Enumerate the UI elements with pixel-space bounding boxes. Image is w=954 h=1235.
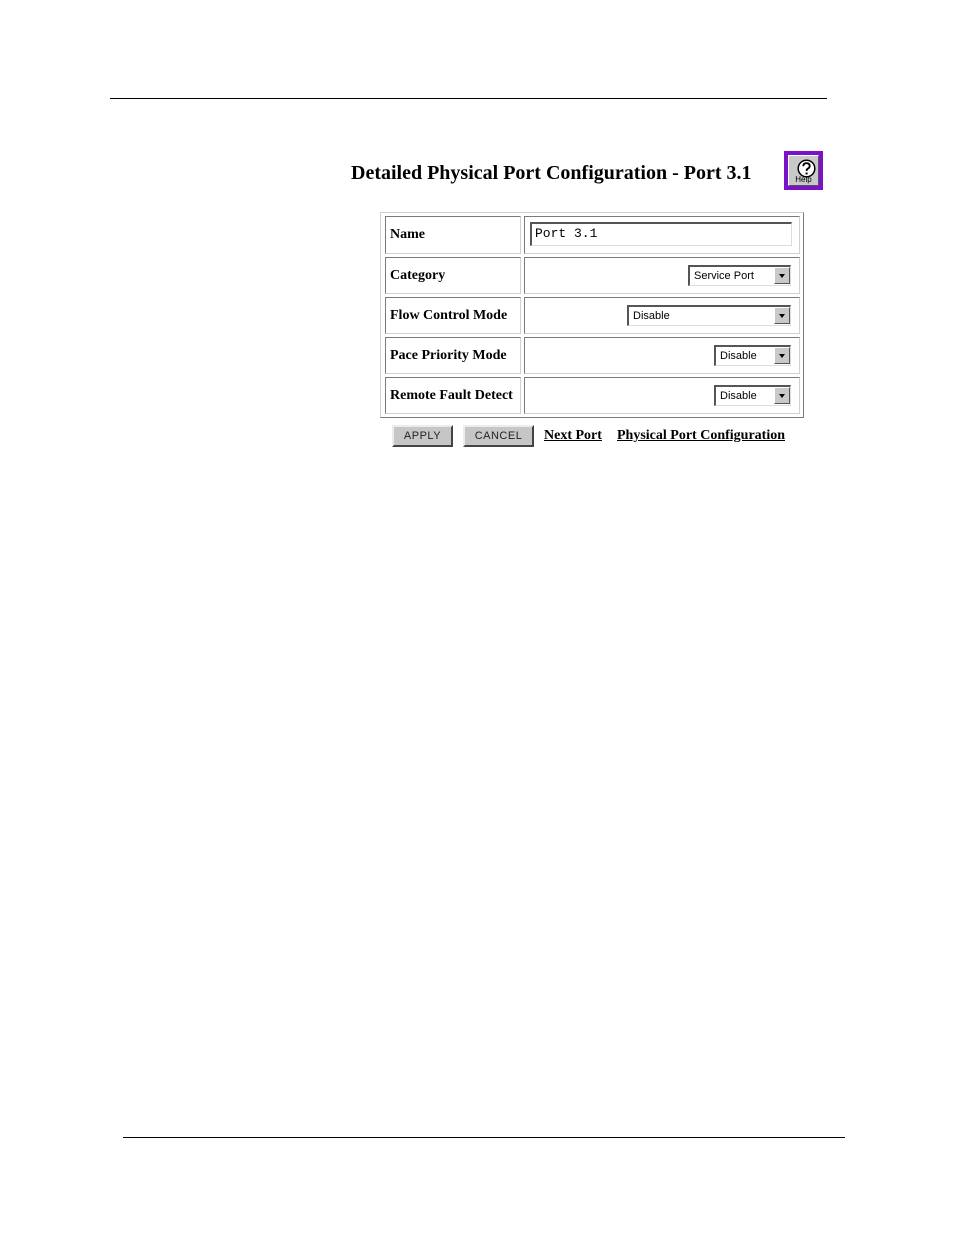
flow-control-label-cell: Flow Control Mode <box>385 297 521 334</box>
help-button[interactable]: Help <box>784 151 823 190</box>
physical-port-configuration-link[interactable]: Physical Port Configuration <box>617 426 785 446</box>
bottom-divider <box>123 1137 845 1138</box>
pace-priority-label-cell: Pace Priority Mode <box>385 337 521 374</box>
name-label: Name <box>390 227 425 242</box>
name-input[interactable]: Port 3.1 <box>530 222 792 246</box>
pace-priority-value-cell: Disable <box>524 337 800 374</box>
category-select[interactable]: Service Port <box>688 265 791 286</box>
pace-priority-mode-label: Pace Priority Mode <box>390 347 507 363</box>
category-value-cell: Service Port <box>524 257 800 294</box>
pace-priority-mode-select[interactable]: Disable <box>714 345 791 366</box>
chevron-down-icon[interactable] <box>774 347 790 364</box>
flow-control-mode-label: Flow Control Mode <box>390 307 508 323</box>
remote-fault-detect-label: Remote Fault Detect <box>390 387 513 403</box>
help-label: Help <box>795 175 812 184</box>
page-title: Detailed Physical Port Configuration - P… <box>351 162 752 184</box>
name-value-cell: Port 3.1 <box>524 216 800 254</box>
category-label-cell: Category <box>385 257 521 294</box>
flow-control-mode-select[interactable]: Disable <box>627 305 791 326</box>
next-port-link[interactable]: Next Port <box>544 426 602 446</box>
name-label-cell: Name <box>385 216 521 254</box>
flow-control-mode-value: Disable <box>633 310 670 322</box>
remote-fault-value-cell: Disable <box>524 377 800 414</box>
port-config-table: Name Port 3.1 Category Service Port Flow… <box>380 212 804 418</box>
help-button-face: Help <box>788 155 819 186</box>
category-select-value: Service Port <box>694 270 754 282</box>
apply-button[interactable]: APPLY <box>392 425 453 447</box>
chevron-down-icon[interactable] <box>774 267 790 284</box>
flow-control-value-cell: Disable <box>524 297 800 334</box>
cancel-button[interactable]: CANCEL <box>463 425 534 447</box>
chevron-down-icon[interactable] <box>774 307 790 324</box>
remote-fault-label-cell: Remote Fault Detect <box>385 377 521 414</box>
pace-priority-mode-value: Disable <box>720 350 757 362</box>
chevron-down-icon[interactable] <box>774 387 790 404</box>
top-divider <box>110 98 827 99</box>
remote-fault-detect-value: Disable <box>720 390 757 402</box>
remote-fault-detect-select[interactable]: Disable <box>714 385 791 406</box>
category-label: Category <box>390 267 446 283</box>
